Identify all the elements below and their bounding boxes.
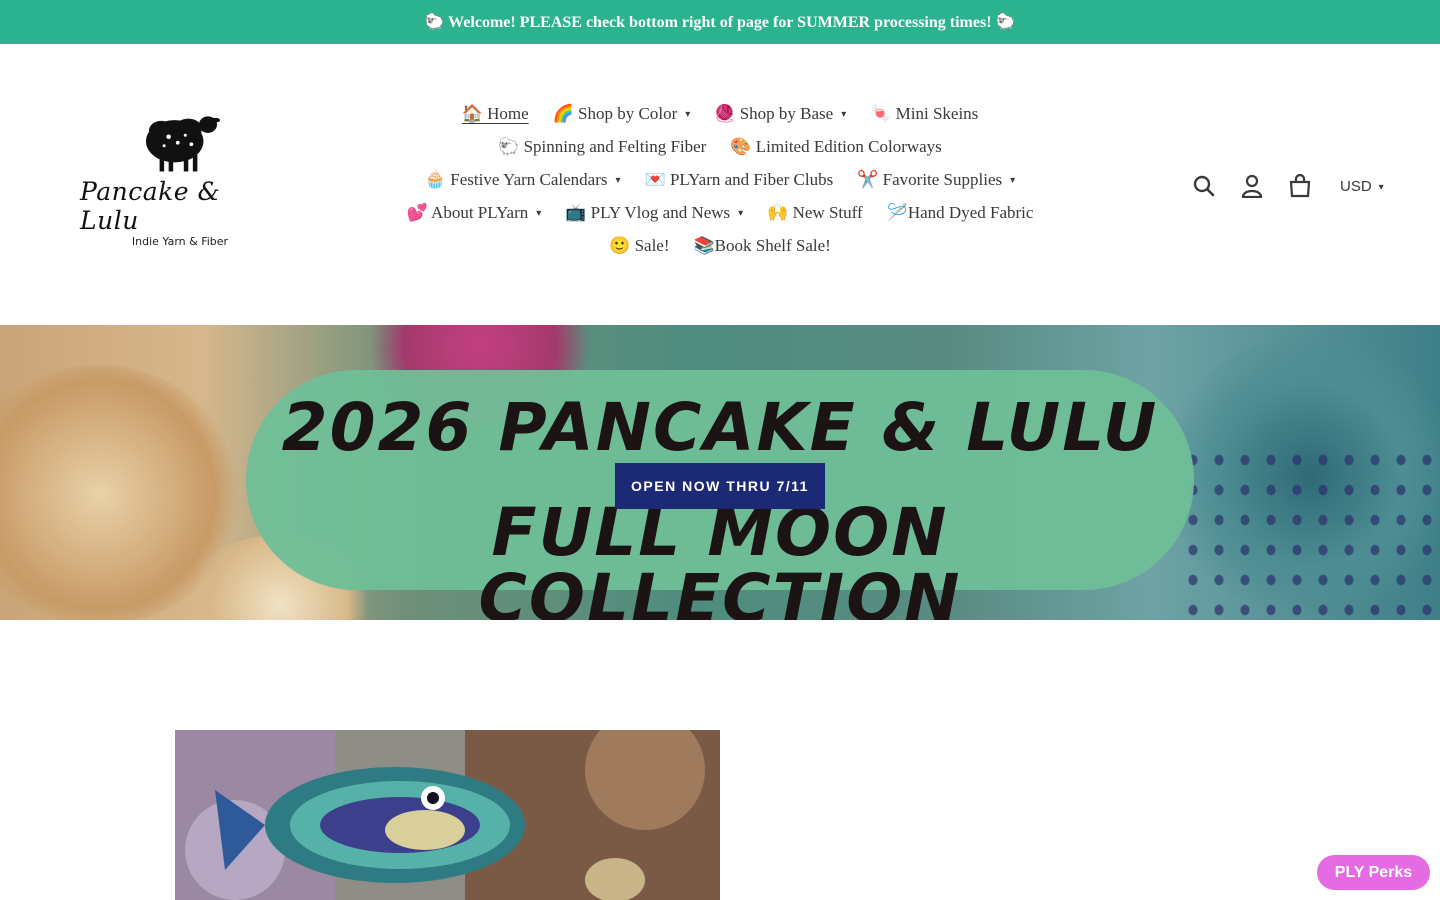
nav-item-home[interactable]: 🏠 Home — [462, 104, 529, 124]
nav-label: 🧶 Shop by Base — [714, 103, 834, 123]
chevron-down-icon: ▾ — [536, 208, 542, 219]
chevron-down-icon: ▾ — [615, 175, 621, 186]
nav-label: 🧁 Festive Yarn Calendars — [424, 169, 608, 189]
nav-item-mini-skeins[interactable]: 🍬 Mini Skeins — [870, 104, 978, 124]
search-icon[interactable] — [1192, 174, 1216, 198]
cart-icon[interactable] — [1288, 174, 1312, 198]
nav-item-book-shelf-sale[interactable]: 📚Book Shelf Sale! — [694, 236, 831, 256]
site-logo[interactable]: Pancake & Lulu Indie Yarn & Fiber — [80, 108, 280, 248]
nav-label: 🙂 Sale! — [609, 235, 670, 255]
nav-label: 📺 PLY Vlog and News — [565, 202, 731, 222]
hero-title-line1: 2026 PANCAKE & LULU — [281, 389, 1159, 466]
fish-illustration — [175, 730, 720, 900]
nav-row: 💕 About PLYarn ▾ 📺 PLY Vlog and News ▾ 🙌 N… — [390, 201, 1050, 224]
nav-row: 🏠 Home 🌈 Shop by Color ▾ 🧶 Shop by Base ▾ … — [390, 102, 1050, 125]
currency-selector[interactable]: USD ▾ — [1340, 178, 1384, 195]
nav-label: 🌈 Shop by Color — [552, 103, 678, 123]
hero-banner: 2026 PANCAKE & LULU FULL MOON COLLECTION… — [0, 325, 1440, 620]
main-navigation: 🏠 Home 🌈 Shop by Color ▾ 🧶 Shop by Base ▾ … — [390, 102, 1050, 257]
nav-row: 🧁 Festive Yarn Calendars ▾ 💌 PLYarn and F… — [390, 168, 1050, 191]
nav-label: 💌 PLYarn and Fiber Clubs — [644, 169, 834, 189]
nav-item-vlog-news[interactable]: 📺 PLY Vlog and News ▾ — [565, 203, 743, 223]
nav-item-new-stuff[interactable]: 🙌 New Stuff — [767, 203, 862, 223]
nav-item-shop-by-base[interactable]: 🧶 Shop by Base ▾ — [714, 104, 846, 124]
nav-item-favorite-supplies[interactable]: ✂️ Favorite Supplies ▾ — [857, 170, 1015, 190]
logo-title: Pancake & Lulu — [80, 177, 221, 235]
account-icon[interactable] — [1240, 174, 1264, 198]
nav-item-yarn-calendars[interactable]: 🧁 Festive Yarn Calendars ▾ — [425, 170, 621, 190]
sheep-icon — [145, 116, 221, 172]
logo-subtitle: Indie Yarn & Fiber — [131, 235, 229, 248]
nav-item-shop-by-color[interactable]: 🌈 Shop by Color ▾ — [553, 104, 691, 124]
nav-label: 🍬 Mini Skeins — [870, 103, 979, 123]
nav-label: 🪡Hand Dyed Fabric — [886, 202, 1034, 222]
nav-item-hand-dyed-fabric[interactable]: 🪡Hand Dyed Fabric — [887, 203, 1034, 223]
hero-cta-button[interactable]: OPEN NOW THRU 7/11 — [615, 463, 825, 509]
nav-item-limited-edition[interactable]: 🎨 Limited Edition Colorways — [730, 137, 941, 157]
nav-item-clubs[interactable]: 💌 PLYarn and Fiber Clubs — [645, 170, 834, 190]
nav-label: 💕 About PLYarn — [406, 202, 529, 222]
chevron-down-icon: ▾ — [1378, 181, 1384, 193]
chevron-down-icon: ▾ — [1010, 175, 1016, 186]
announcement-text: 🐑 Welcome! PLEASE check bottom right of … — [424, 14, 1016, 31]
chevron-down-icon: ▾ — [738, 208, 744, 219]
nav-label: 🏠 Home — [461, 103, 529, 123]
currency-value: USD — [1340, 177, 1372, 195]
announcement-bar: 🐑 Welcome! PLEASE check bottom right of … — [0, 0, 1440, 44]
chevron-down-icon: ▾ — [841, 109, 847, 120]
nav-label: 🙌 New Stuff — [767, 202, 863, 222]
ply-perks-button[interactable]: PLY Perks — [1317, 855, 1430, 890]
nav-label: 📚Book Shelf Sale! — [693, 235, 831, 255]
nav-label: 🎨 Limited Edition Colorways — [730, 136, 942, 156]
chevron-down-icon: ▾ — [685, 109, 691, 120]
featured-collection-image[interactable] — [175, 730, 720, 900]
nav-item-spinning-fiber[interactable]: 🐑 Spinning and Felting Fiber — [498, 137, 706, 157]
hero-decoration — [1180, 445, 1440, 620]
nav-row: 🙂 Sale! 📚Book Shelf Sale! — [390, 234, 1050, 257]
nav-item-sale[interactable]: 🙂 Sale! — [609, 236, 669, 256]
hero-title-line2: FULL MOON COLLECTION — [478, 494, 962, 621]
nav-label: 🐑 Spinning and Felting Fiber — [498, 136, 707, 156]
header-icons: USD ▾ — [1192, 170, 1384, 202]
nav-label: ✂️ Favorite Supplies — [857, 169, 1003, 189]
nav-item-about[interactable]: 💕 About PLYarn ▾ — [407, 203, 542, 223]
nav-row: 🐑 Spinning and Felting Fiber 🎨 Limited E… — [390, 135, 1050, 158]
